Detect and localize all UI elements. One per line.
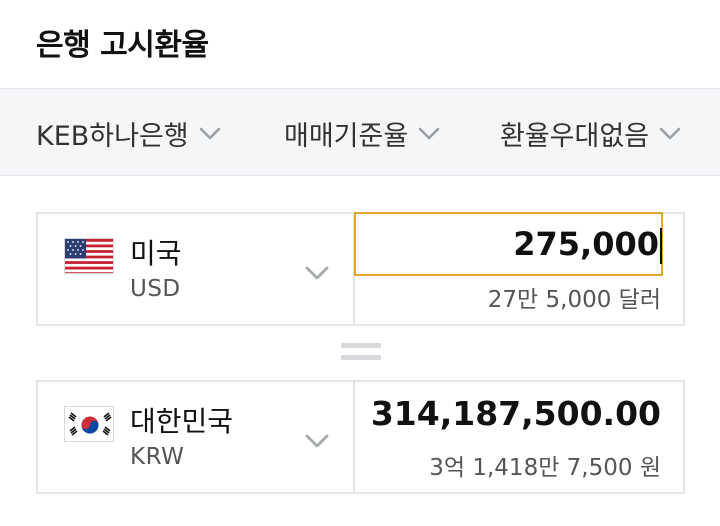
filter-bar: KEB하나은행 매매기준율 환율우대없음 — [0, 88, 720, 176]
preferential-rate-label: 환율우대없음 — [500, 120, 650, 152]
from-currency-code: USD — [130, 276, 181, 302]
to-currency-code: KRW — [130, 444, 185, 470]
from-currency-select[interactable]: 미국 USD — [38, 214, 355, 324]
bank-select[interactable]: KEB하나은행 — [36, 89, 223, 175]
equals-icon — [341, 343, 381, 361]
to-amount-words: 3억 1,418만 7,500 원 — [429, 455, 661, 481]
to-amount-area: 314,187,500.00 3억 1,418만 7,500 원 — [357, 382, 683, 492]
to-currency-card: 대한민국 KRW 314,187,500.00 3억 1,418만 7,500 … — [36, 380, 685, 494]
chevron-down-icon — [303, 258, 331, 286]
header: 은행 고시환율 — [0, 0, 720, 88]
to-currency-select[interactable]: 대한민국 KRW — [38, 382, 355, 492]
to-country-name: 대한민국 — [130, 405, 234, 438]
from-amount-input[interactable] — [354, 212, 663, 276]
from-currency-card: 미국 USD 27만 5,000 달러 — [36, 212, 685, 326]
page-title: 은행 고시환율 — [36, 28, 209, 63]
chevron-down-icon — [657, 120, 683, 146]
to-amount-value: 314,187,500.00 — [370, 394, 661, 433]
bank-select-label: KEB하나은행 — [36, 120, 189, 152]
preferential-rate-select[interactable]: 환율우대없음 — [500, 89, 683, 175]
from-amount-words: 27만 5,000 달러 — [487, 287, 661, 313]
rate-type-label: 매매기준율 — [284, 120, 409, 152]
chevron-down-icon — [416, 120, 442, 146]
kr-flag-icon — [64, 406, 114, 442]
us-flag-icon — [64, 238, 114, 274]
text-caret — [660, 228, 662, 264]
from-country-name: 미국 — [130, 237, 182, 270]
chevron-down-icon — [303, 426, 331, 454]
rate-type-select[interactable]: 매매기준율 — [284, 89, 442, 175]
chevron-down-icon — [197, 120, 223, 146]
from-amount-area: 27만 5,000 달러 — [354, 212, 683, 324]
